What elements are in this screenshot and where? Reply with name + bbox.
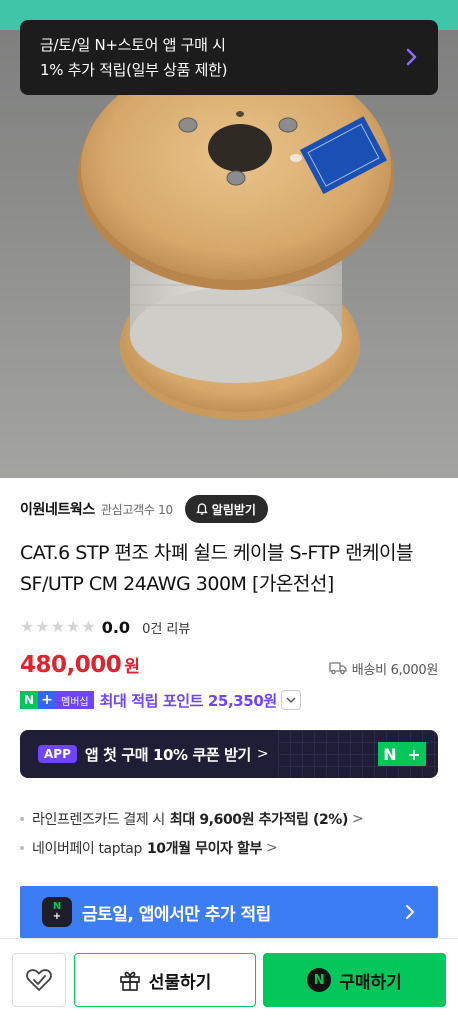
toast-line-2: 1% 추가 적립(일부 상품 제한) bbox=[40, 61, 228, 79]
product-title: CAT.6 STP 편조 차폐 쉴드 케이블 S-FTP 랜케이블 SF/UTP… bbox=[20, 542, 414, 595]
seller-fans-count: 관심고객수 10 bbox=[100, 502, 173, 517]
alarm-label: 알림받기 bbox=[211, 502, 256, 517]
wishlist-button[interactable] bbox=[12, 953, 66, 1007]
logo-n: N bbox=[378, 742, 402, 766]
gift-label: 선물하기 bbox=[148, 972, 212, 993]
chevron-right-icon: > bbox=[265, 839, 278, 856]
logo-plus: + bbox=[52, 911, 62, 922]
chevron-down-icon bbox=[286, 697, 296, 703]
toast-line-1: 금/토/일 N+스토어 앱 구매 시 bbox=[40, 36, 226, 54]
bell-plus-icon bbox=[196, 503, 208, 515]
buy-label: 구매하기 bbox=[339, 972, 402, 993]
price: 480,000 원 bbox=[20, 652, 140, 682]
rating-row[interactable]: ★ ★ ★ ★ ★ 0.0 0건 리뷰 bbox=[20, 615, 190, 639]
badge-label: 멤버십 bbox=[56, 691, 94, 709]
benefit-prefix: 라인프렌즈카드 결제 시 bbox=[32, 811, 165, 828]
gift-icon bbox=[119, 971, 140, 991]
star-icon: ★ bbox=[20, 617, 35, 636]
chevron-right-icon: > bbox=[256, 746, 269, 762]
app-coupon-text: 앱 첫 구매 10% 쿠폰 받기 bbox=[84, 745, 251, 764]
star-icon: ★ bbox=[81, 617, 96, 636]
membership-points-row[interactable]: N + 멤버십 최대 적립 포인트 25,350원 bbox=[20, 688, 301, 712]
chevron-right-icon: > bbox=[351, 810, 364, 827]
benefit-highlight: 최대 9,600원 추가적립 (2%) bbox=[169, 811, 348, 828]
price-amount: 480,000 bbox=[20, 652, 122, 678]
nplus-logo: N + bbox=[378, 742, 426, 766]
benefit-installment[interactable]: 네이버페이 taptap 10개월 무이자 할부 > bbox=[20, 833, 438, 862]
points-expand-button[interactable] bbox=[280, 690, 301, 710]
price-unit: 원 bbox=[124, 657, 140, 677]
badge-plus: + bbox=[38, 691, 56, 709]
product-image[interactable]: 금/토/일 N+스토어 앱 구매 시 1% 추가 적립(일부 상품 제한) bbox=[0, 0, 458, 478]
nplus-store-logo: N + bbox=[42, 897, 72, 927]
review-count[interactable]: 0건 리뷰 bbox=[142, 618, 190, 637]
chevron-right-icon bbox=[406, 905, 414, 919]
app-tag: APP bbox=[38, 745, 77, 763]
star-rating: ★ ★ ★ ★ ★ bbox=[20, 619, 96, 635]
seller-name[interactable]: 이원네트웍스 bbox=[20, 499, 95, 519]
buy-button[interactable]: N 구매하기 bbox=[263, 953, 446, 1007]
heart-check-icon bbox=[26, 969, 52, 991]
shipping-fee: 배송비 6,000원 bbox=[329, 657, 438, 679]
badge-n: N bbox=[20, 691, 38, 709]
bottom-action-bar: 선물하기 N 구매하기 bbox=[0, 938, 458, 1024]
truck-icon bbox=[329, 662, 347, 675]
benefit-highlight: 10개월 무이자 할부 bbox=[146, 840, 262, 857]
rating-score: 0.0 bbox=[101, 617, 131, 637]
bullet bbox=[20, 816, 24, 821]
seller-row: 이원네트웍스 관심고객수 10 알림받기 bbox=[20, 494, 268, 524]
app-coupon-banner[interactable]: APP 앱 첫 구매 10% 쿠폰 받기 > N + bbox=[20, 730, 438, 778]
logo-plus: + bbox=[402, 742, 426, 766]
naver-pay-icon: N bbox=[307, 968, 332, 992]
max-points-text: 최대 적립 포인트 25,350원 bbox=[99, 691, 278, 710]
shipping-fee-text: 배송비 6,000원 bbox=[351, 662, 439, 678]
chevron-right-icon bbox=[406, 48, 417, 66]
alarm-subscribe-button[interactable]: 알림받기 bbox=[184, 495, 268, 523]
store-notice-toast[interactable]: 금/토/일 N+스토어 앱 구매 시 1% 추가 적립(일부 상품 제한) bbox=[20, 20, 438, 95]
nplus-membership-badge: N + 멤버십 bbox=[20, 691, 94, 709]
weekend-app-promo-banner[interactable]: N + 금토일, 앱에서만 추가 적립 bbox=[20, 886, 438, 938]
star-icon: ★ bbox=[66, 617, 81, 636]
bullet bbox=[20, 845, 24, 850]
benefit-card-points[interactable]: 라인프렌즈카드 결제 시 최대 9,600원 추가적립 (2%) > bbox=[20, 804, 438, 833]
gift-button[interactable]: 선물하기 bbox=[74, 953, 256, 1007]
star-icon: ★ bbox=[35, 617, 50, 636]
benefit-prefix: 네이버페이 taptap bbox=[32, 840, 142, 857]
promo-text: 금토일, 앱에서만 추가 적립 bbox=[82, 904, 271, 925]
star-icon: ★ bbox=[50, 617, 66, 636]
payment-benefits: 라인프렌즈카드 결제 시 최대 9,600원 추가적립 (2%) > 네이버페이… bbox=[20, 804, 438, 862]
